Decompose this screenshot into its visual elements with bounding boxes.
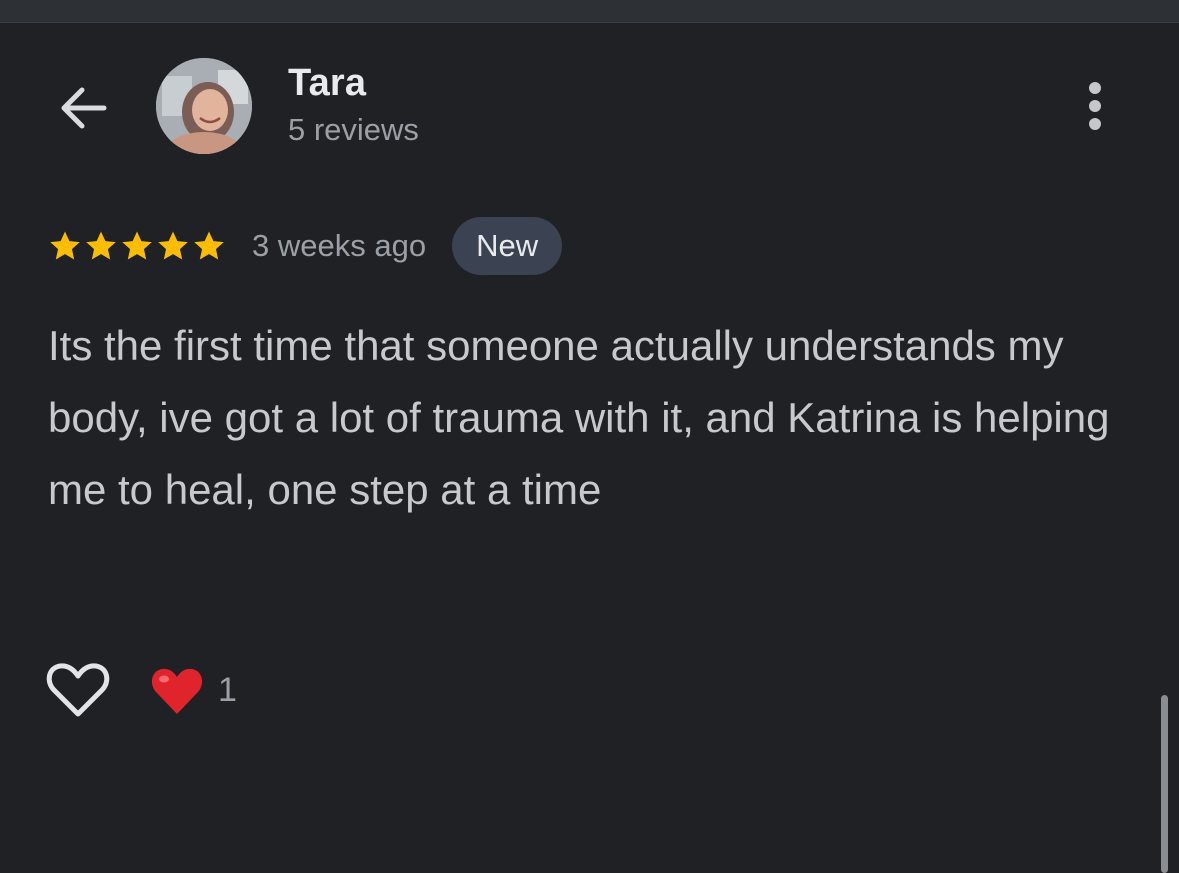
review-text: Its the first time that someone actually… (48, 322, 1110, 513)
reviewer-review-count: 5 reviews (288, 112, 419, 147)
like-button[interactable] (46, 660, 110, 720)
reaction-row: 1 (46, 658, 237, 722)
star-icon (122, 231, 152, 260)
more-vertical-icon (1089, 82, 1101, 94)
review-date: 3 weeks ago (252, 228, 427, 263)
red-heart-icon (151, 668, 203, 714)
scrollbar[interactable] (1161, 695, 1168, 873)
reaction-count: 1 (218, 670, 237, 709)
more-options-button[interactable] (1072, 76, 1118, 136)
avatar[interactable] (156, 58, 252, 154)
reviewer-name[interactable]: Tara (288, 62, 366, 105)
star-icon (194, 231, 224, 260)
new-badge: New (452, 217, 563, 275)
star-icon (158, 231, 188, 260)
reaction-heart[interactable]: 1 (150, 664, 237, 716)
review-meta: 3 weeks ago New (48, 216, 563, 276)
star-rating (48, 229, 226, 263)
top-bar (0, 0, 1179, 23)
avatar-photo (156, 58, 252, 154)
star-icon (86, 231, 116, 260)
arrow-left-icon (61, 87, 107, 129)
star-icon (50, 231, 80, 260)
heart-outline-icon (46, 663, 110, 717)
back-button[interactable] (52, 76, 116, 140)
